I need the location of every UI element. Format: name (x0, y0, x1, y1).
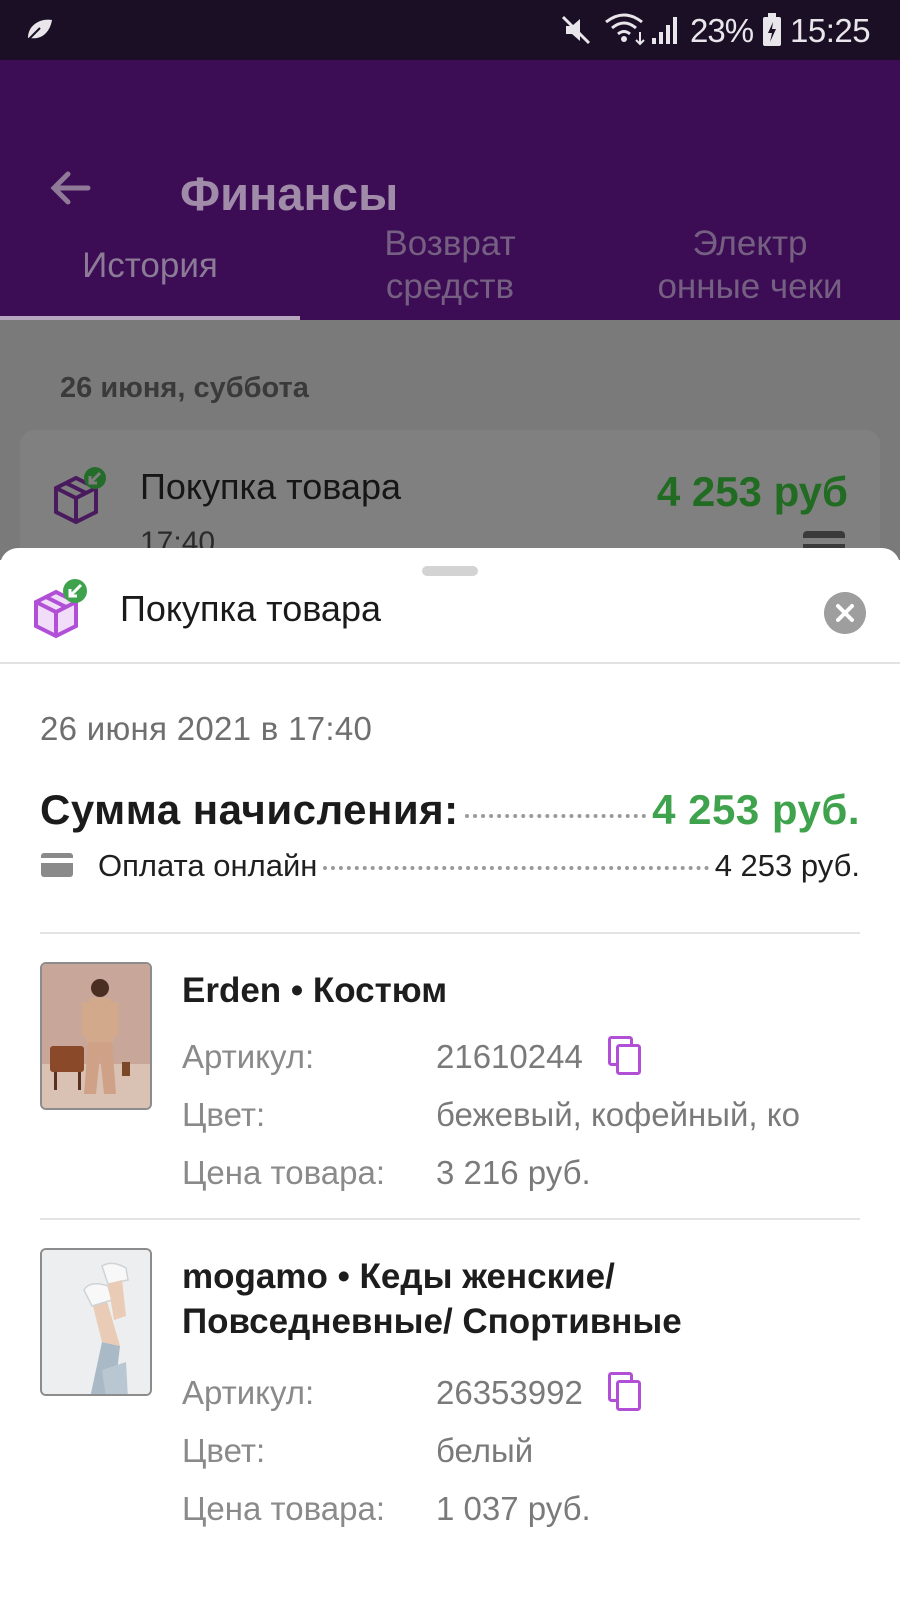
copy-icon[interactable] (608, 1372, 642, 1412)
price-value: 3 216 руб. (436, 1154, 591, 1191)
product-photo (42, 964, 150, 1108)
purchase-details-sheet: Покупка товара 26 июня 2021 в 17:40 Сумм… (0, 548, 900, 1600)
battery-icon (763, 13, 781, 46)
product-name: Erden • Костюм (182, 971, 448, 1010)
product-color-row: Цвет: белый (182, 1432, 862, 1472)
dotted-leader (464, 814, 647, 818)
article-label: Артикул: (182, 1038, 315, 1075)
color-value: белый (436, 1432, 534, 1469)
package-return-icon (54, 467, 106, 525)
product-color-row: Цвет: бежевый, кофейный, ко (182, 1096, 862, 1136)
color-label: Цвет: (182, 1096, 266, 1133)
payment-value: 4 253 руб. (714, 848, 860, 883)
sum-value: 4 253 руб. (652, 786, 860, 833)
product-thumbnail[interactable] (40, 1248, 152, 1396)
dotted-leader (323, 866, 709, 870)
tab-label-line1: Электр (692, 224, 808, 263)
article-value: 21610244 (436, 1038, 583, 1075)
drag-handle[interactable] (422, 566, 478, 576)
price-value: 1 037 руб. (436, 1490, 591, 1527)
payment-row: Оплата онлайн 4 253 руб. (40, 848, 860, 884)
card-icon (41, 853, 73, 877)
history-item-title: Покупка товара (140, 466, 401, 507)
wifi-icon (605, 13, 645, 46)
tab-label: История (82, 245, 218, 285)
product-article-row: Артикул: 26353992 (182, 1374, 862, 1414)
history-date-header: 26 июня, суббота (60, 372, 309, 404)
product-article-row: Артикул: 21610244 (182, 1038, 862, 1078)
divider (40, 932, 860, 934)
purchase-datetime: 26 июня 2021 в 17:40 (40, 710, 373, 747)
product-price-row: Цена товара: 1 037 руб. (182, 1490, 862, 1530)
signal-icon (652, 17, 677, 44)
copy-icon[interactable] (608, 1036, 642, 1076)
tab-label-line2: средств (385, 267, 515, 306)
color-label: Цвет: (182, 1432, 266, 1469)
product-photo (42, 1250, 150, 1394)
tab-label-line2: онные чеки (657, 267, 843, 306)
product-thumbnail[interactable] (40, 962, 152, 1110)
divider (40, 1218, 860, 1220)
article-label: Артикул: (182, 1374, 315, 1411)
package-return-icon (34, 579, 87, 639)
history-item-amount: 4 253 руб (656, 468, 848, 515)
sum-row: Сумма начисления: 4 253 руб. (40, 786, 860, 834)
product-item: mogamo • Кеды женские/ Повседневные/ Спо… (40, 1248, 860, 1528)
tab-refunds[interactable]: Возврат средств (300, 210, 600, 320)
product-name: mogamo • Кеды женские/ Повседневные/ Спо… (182, 1257, 682, 1341)
clock: 15:25 (790, 12, 871, 49)
product-item: Erden • Костюм Артикул: 21610244 Цвет: б… (40, 962, 860, 1202)
tab-history[interactable]: История (0, 210, 300, 320)
color-value: бежевый, кофейный, ко (436, 1096, 800, 1133)
close-icon[interactable] (824, 592, 866, 634)
sheet-title: Покупка товара (120, 588, 381, 629)
article-value: 26353992 (436, 1374, 583, 1411)
battery-percent: 23% (690, 12, 754, 49)
tab-label-line1: Возврат (384, 224, 516, 263)
mute-icon (561, 15, 591, 45)
status-bar: 23% 15:25 (0, 0, 900, 60)
payment-label: Оплата онлайн (98, 848, 318, 883)
price-label: Цена товара: (182, 1154, 385, 1191)
leaf-icon (27, 19, 52, 41)
sum-label: Сумма начисления: (40, 786, 459, 833)
price-label: Цена товара: (182, 1490, 385, 1527)
product-price-row: Цена товара: 3 216 руб. (182, 1154, 862, 1194)
back-arrow-icon[interactable] (46, 164, 94, 212)
tab-receipts[interactable]: Электр онные чеки (600, 210, 900, 320)
